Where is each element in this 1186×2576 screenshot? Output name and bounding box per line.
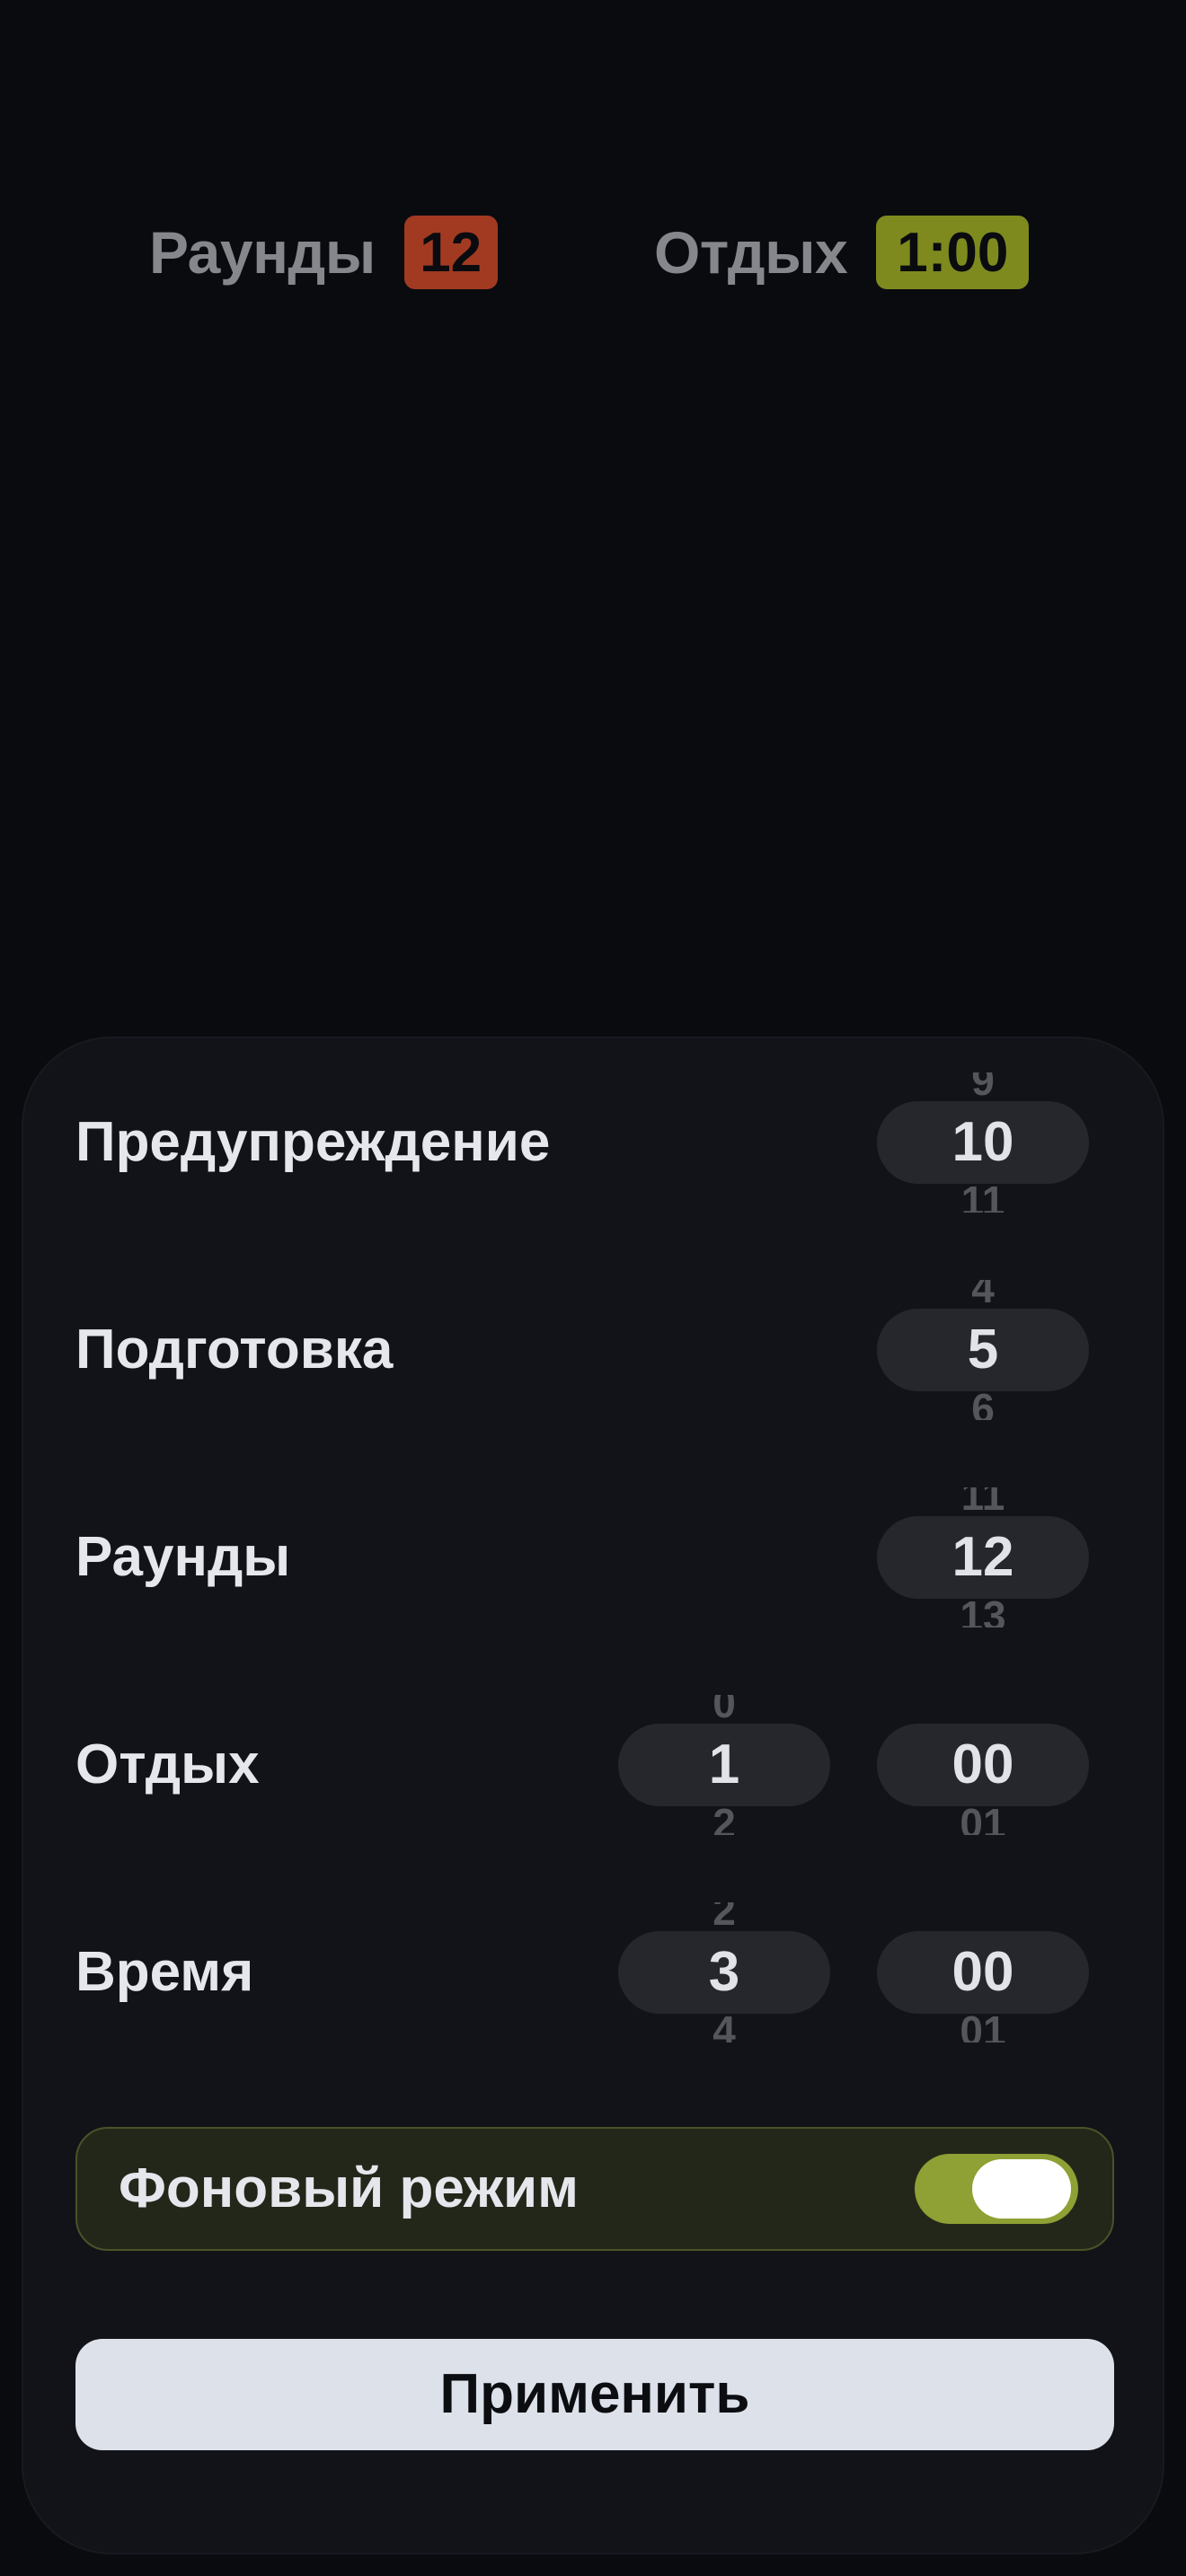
picker-next-value: 2 bbox=[712, 1808, 736, 1835]
picker-selected-value: 12 bbox=[951, 1526, 1014, 1588]
prep-picker[interactable]: 4 5 6 bbox=[877, 1246, 1089, 1453]
picker-next-value: 01 bbox=[960, 1808, 1006, 1835]
rest-minutes-picker[interactable]: 0 1 2 bbox=[618, 1661, 830, 1868]
picker-next-value: 4 bbox=[712, 2016, 736, 2042]
top-summary: Раунды 12 Отдых 1:00 bbox=[0, 214, 1186, 291]
background-mode-label: Фоновый режим bbox=[119, 2157, 579, 2219]
background-mode-row[interactable]: Фоновый режим bbox=[75, 2127, 1114, 2251]
picker-next-value: 01 bbox=[960, 2016, 1006, 2042]
time-seconds-picker[interactable]: 00 01 bbox=[877, 1868, 1089, 2076]
rest-badge: 1:00 bbox=[876, 216, 1030, 289]
rounds-label: Раунды bbox=[75, 1526, 291, 1588]
warning-label: Предупреждение bbox=[75, 1111, 551, 1173]
apply-button[interactable]: Применить bbox=[75, 2339, 1114, 2450]
rest-seconds-picker[interactable]: 00 01 bbox=[877, 1661, 1089, 1868]
time-minutes-picker[interactable]: 2 3 4 bbox=[618, 1868, 830, 2076]
setting-row-rest: Отдых 0 1 2 00 01 bbox=[23, 1661, 1166, 1868]
picker-selected-value: 00 bbox=[951, 1941, 1014, 2003]
rest-summary: Отдых 1:00 bbox=[654, 214, 1030, 291]
picker-next-value: 13 bbox=[960, 1601, 1006, 1628]
picker-prev-value: 2 bbox=[712, 1902, 736, 1929]
picker-prev-value: 9 bbox=[971, 1072, 995, 1099]
time-label: Время bbox=[75, 1941, 254, 2003]
picker-prev-value: 0 bbox=[712, 1695, 736, 1722]
rounds-summary-label: Раунды bbox=[149, 219, 376, 286]
warning-picker[interactable]: 9 10 11 bbox=[877, 1038, 1089, 1246]
rounds-summary: Раунды 12 bbox=[149, 214, 498, 291]
settings-sheet: Предупреждение 9 10 11 Подготовка 4 5 6 … bbox=[22, 1037, 1164, 2554]
prep-label: Подготовка bbox=[75, 1319, 394, 1381]
picker-prev-value: 11 bbox=[960, 1487, 1005, 1514]
toggle-knob bbox=[972, 2159, 1071, 2219]
picker-next-value: 11 bbox=[960, 1186, 1005, 1213]
picker-next-value: 6 bbox=[971, 1393, 995, 1420]
setting-row-warning: Предупреждение 9 10 11 bbox=[23, 1038, 1166, 1246]
picker-selected-value: 00 bbox=[951, 1734, 1014, 1795]
picker-selected-value: 10 bbox=[951, 1111, 1014, 1173]
background-mode-toggle[interactable] bbox=[915, 2154, 1078, 2224]
picker-selected-value: 5 bbox=[967, 1319, 999, 1381]
setting-row-time: Время 2 3 4 00 01 bbox=[23, 1868, 1166, 2076]
rest-summary-label: Отдых bbox=[654, 219, 848, 286]
picker-selected-value: 3 bbox=[708, 1941, 740, 2003]
rounds-badge: 12 bbox=[403, 216, 498, 289]
picker-prev-value: 4 bbox=[971, 1280, 995, 1307]
rest-label: Отдых bbox=[75, 1734, 260, 1795]
picker-selected-value: 1 bbox=[708, 1734, 740, 1795]
setting-row-prep: Подготовка 4 5 6 bbox=[23, 1246, 1166, 1453]
rounds-picker[interactable]: 11 12 13 bbox=[877, 1453, 1089, 1661]
setting-row-rounds: Раунды 11 12 13 bbox=[23, 1453, 1166, 1661]
